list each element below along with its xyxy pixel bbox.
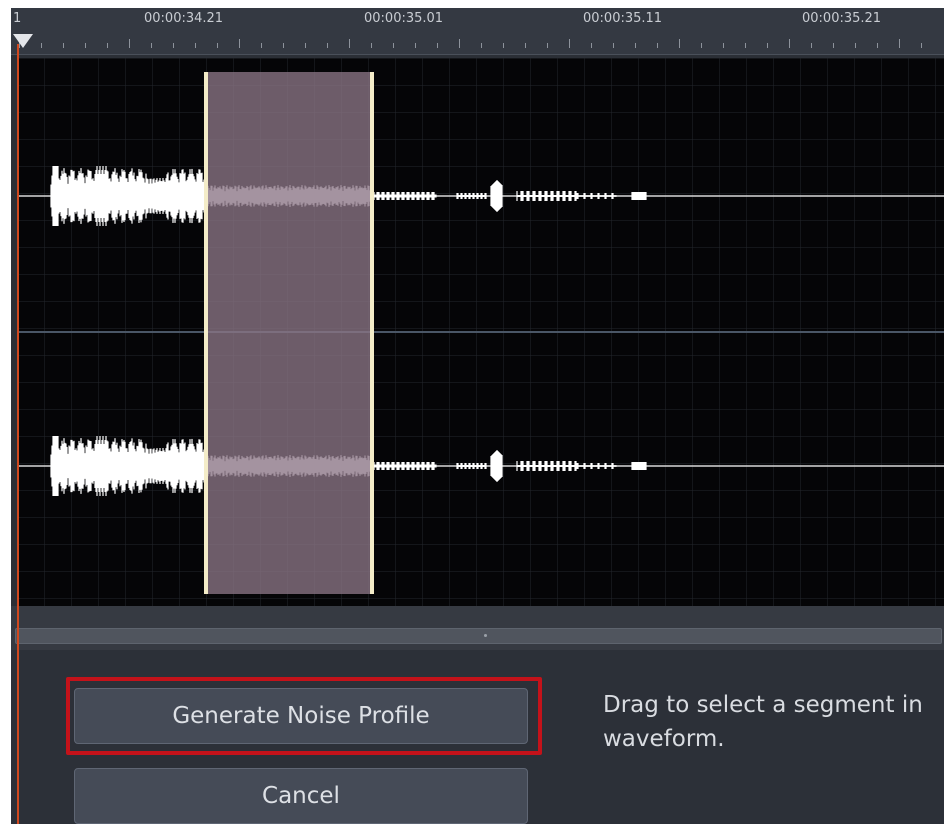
ruler-tick xyxy=(921,43,922,48)
horizontal-scrollbar[interactable] xyxy=(11,606,944,650)
ruler-tick xyxy=(459,39,460,48)
ruler-tick xyxy=(701,43,702,48)
ruler-tick xyxy=(811,43,812,48)
ruler-tick xyxy=(261,43,262,48)
waveform-view[interactable] xyxy=(17,58,944,606)
ruler-tick xyxy=(855,43,856,48)
waveform-canvas[interactable] xyxy=(17,58,944,606)
ruler-tick xyxy=(789,39,790,48)
playhead-handle[interactable] xyxy=(13,34,33,48)
ruler-tick xyxy=(613,43,614,48)
audio-editor: 1 00:00:34.21 00:00:35.01 00:00:35.11 00… xyxy=(11,8,944,824)
ruler-tick xyxy=(173,43,174,48)
instruction-text: Drag to select a segment in waveform. xyxy=(603,688,944,756)
selection-end-handle[interactable] xyxy=(370,72,374,594)
instruction-line-2: waveform. xyxy=(603,726,725,752)
instruction-line-1: Drag to select a segment in xyxy=(603,692,923,718)
ruler-tick xyxy=(217,43,218,48)
ruler-tick xyxy=(657,43,658,48)
ruler-tick xyxy=(393,43,394,48)
ruler-start-marker: 1 xyxy=(13,11,22,26)
ruler-tick xyxy=(679,39,680,48)
ruler-tick xyxy=(503,43,504,48)
ruler-tick xyxy=(899,39,900,48)
ruler-tick xyxy=(767,43,768,48)
ruler-tick xyxy=(547,43,548,48)
ruler-tick xyxy=(833,43,834,48)
ruler-tick xyxy=(371,43,372,48)
ruler-timecode: 00:00:34.21 xyxy=(144,11,224,26)
selection-start-handle[interactable] xyxy=(204,72,208,594)
ruler-timecode: 00:00:35.01 xyxy=(364,11,444,26)
playhead-line[interactable] xyxy=(17,44,19,824)
cancel-button[interactable]: Cancel xyxy=(74,768,528,824)
ruler-tick xyxy=(349,39,350,48)
ruler-tick xyxy=(635,43,636,48)
ruler-tick xyxy=(239,39,240,48)
ruler-tick xyxy=(877,43,878,48)
ruler-timecode: 00:00:35.11 xyxy=(583,11,663,26)
ruler-tick xyxy=(525,43,526,48)
ruler-timecode: 00:00:35.21 xyxy=(802,11,882,26)
ruler-tick xyxy=(481,43,482,48)
ruler-tick xyxy=(723,43,724,48)
ruler-tick xyxy=(63,43,64,48)
ruler-tick xyxy=(569,39,570,48)
ruler-tick xyxy=(151,43,152,48)
timeline-ruler[interactable]: 1 00:00:34.21 00:00:35.01 00:00:35.11 00… xyxy=(11,8,944,55)
ruler-tick xyxy=(283,43,284,48)
scrollbar-thumb[interactable] xyxy=(15,628,942,644)
ruler-tick xyxy=(327,43,328,48)
ruler-tick xyxy=(41,43,42,48)
ruler-tick xyxy=(305,43,306,48)
generate-noise-profile-button[interactable]: Generate Noise Profile xyxy=(74,688,528,744)
noise-profile-panel: Generate Noise Profile Cancel Drag to se… xyxy=(11,650,944,824)
scrollbar-grip-icon xyxy=(484,634,487,637)
ruler-tick xyxy=(195,43,196,48)
ruler-tick xyxy=(437,43,438,48)
ruler-tick xyxy=(591,43,592,48)
ruler-tick xyxy=(107,43,108,48)
selection-region[interactable] xyxy=(204,72,372,594)
ruler-tick xyxy=(415,43,416,48)
ruler-tick xyxy=(129,39,130,48)
ruler-tick xyxy=(745,43,746,48)
ruler-tick xyxy=(85,43,86,48)
